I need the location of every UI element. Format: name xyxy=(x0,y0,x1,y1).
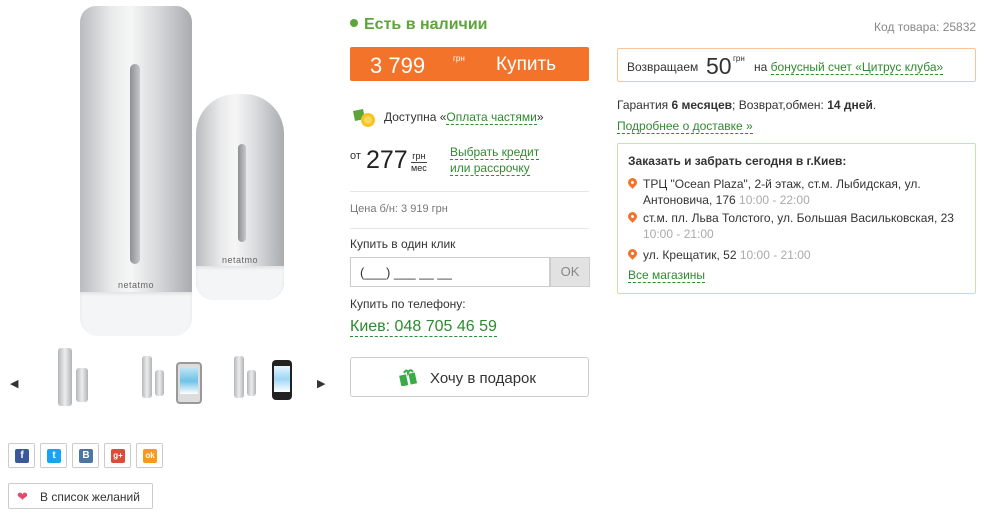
installments-link[interactable]: Оплата частями xyxy=(446,110,537,125)
pickup-box: Заказать и забрать сегодня в г.Киев: ТРЦ… xyxy=(617,143,976,294)
credit-link[interactable]: Выбрать кредит или рассрочку xyxy=(450,144,540,176)
thumb-next-arrow[interactable]: ▶ xyxy=(317,377,325,390)
vk-icon: B xyxy=(79,449,93,463)
delivery-link[interactable]: Подробнее о доставке » xyxy=(617,119,753,134)
outdoor-module-slot xyxy=(238,144,246,242)
location-pin-icon xyxy=(626,210,639,223)
status-dot-icon xyxy=(350,19,358,27)
gift-button[interactable]: Хочу в подарок xyxy=(350,357,589,397)
thumb-phone xyxy=(272,360,292,400)
price: 3 799 xyxy=(370,53,426,78)
cashback-box: Возвращаем 50 грн на бонусный счет «Цитр… xyxy=(617,48,976,82)
thumbnail-3[interactable] xyxy=(228,346,298,408)
share-facebook-button[interactable]: f xyxy=(8,443,35,468)
thumb-outdoor-module xyxy=(247,370,256,396)
phone-order-label: Купить по телефону: xyxy=(350,297,466,311)
credit-monthly-amount: 277 xyxy=(366,146,408,174)
google-plus-icon: g+ xyxy=(111,449,125,463)
store-item: ТРЦ "Ocean Plaza", 2-й этаж, ст.м. Лыбид… xyxy=(626,176,968,208)
phone-order-number[interactable]: Киев: 048 705 46 59 xyxy=(350,318,497,337)
wishlist-button[interactable]: ❤ В список желаний xyxy=(8,483,153,509)
all-stores-link[interactable]: Все магазины xyxy=(628,268,706,283)
odnoklassniki-icon: ok xyxy=(143,449,157,463)
divider xyxy=(350,191,589,192)
credit-unit: грн мес xyxy=(411,151,427,173)
pickup-title: Заказать и забрать сегодня в г.Киев: xyxy=(628,154,847,168)
product-image[interactable]: netatmo netatmo xyxy=(48,0,344,340)
wishlist-label: В список желаний xyxy=(40,490,140,504)
store-item: ул. Крещатик, 52 10:00 - 21:00 xyxy=(626,247,968,263)
buy-label: Купить xyxy=(496,54,557,75)
bonus-account-link[interactable]: бонусный счет «Цитрус клуба» xyxy=(770,60,944,75)
outdoor-module-base xyxy=(196,266,284,300)
main-module-slot xyxy=(130,64,140,264)
one-click-ok-button[interactable]: OK xyxy=(550,257,590,287)
location-pin-icon xyxy=(626,247,639,260)
cashback-amount: 50 xyxy=(706,53,732,79)
cashback-prefix: Возвращаем xyxy=(627,60,699,74)
share-twitter-button[interactable]: t xyxy=(40,443,67,468)
weather-station-main-module: netatmo xyxy=(80,6,192,336)
brand-label-small: netatmo xyxy=(222,255,259,265)
thumbnail-1[interactable] xyxy=(48,346,118,408)
weather-station-outdoor-module: netatmo xyxy=(196,94,284,300)
thumb-prev-arrow[interactable]: ◀ xyxy=(10,377,18,390)
credit-from-label: от xyxy=(350,150,361,162)
thumb-outdoor-module xyxy=(76,368,88,402)
share-odnoklassniki-button[interactable]: ok xyxy=(136,443,163,468)
cashless-price: Цена б/н: 3 919 грн xyxy=(350,203,448,215)
twitter-icon: t xyxy=(47,449,61,463)
one-click-phone-input[interactable]: (___) ___ __ __ xyxy=(350,257,550,287)
gift-label: Хочу в подарок xyxy=(430,370,536,387)
thumb-main-module xyxy=(234,356,244,398)
share-vk-button[interactable]: B xyxy=(72,443,99,468)
thumb-phone xyxy=(176,362,202,404)
thumb-outdoor-module xyxy=(155,370,164,396)
facebook-icon: f xyxy=(15,449,29,463)
brand-label: netatmo xyxy=(118,280,155,290)
product-code: Код товара: 25832 xyxy=(874,20,977,34)
main-module-base xyxy=(80,292,192,336)
one-click-label: Купить в один клик xyxy=(350,237,456,251)
share-google-plus-button[interactable]: g+ xyxy=(104,443,131,468)
thumb-main-module xyxy=(142,356,152,398)
buy-button[interactable]: 3 799 грн Купить xyxy=(350,47,589,81)
cashback-currency: грн xyxy=(733,54,745,63)
thumbnail-2[interactable] xyxy=(136,346,206,408)
installments-availability: Доступна «Оплата частями» xyxy=(384,110,544,125)
gift-icon xyxy=(399,369,417,386)
installments-icon xyxy=(353,109,375,127)
availability-status: Есть в наличии xyxy=(350,16,488,34)
heart-icon: ❤ xyxy=(17,489,28,504)
warranty-info: Гарантия 6 месяцев; Возврат,обмен: 14 дн… xyxy=(617,98,877,112)
price-currency: грн xyxy=(453,54,465,63)
divider xyxy=(350,228,589,229)
location-pin-icon xyxy=(626,176,639,189)
thumb-main-module xyxy=(58,348,72,406)
store-item: ст.м. пл. Льва Толстого, ул. Большая Вас… xyxy=(626,210,968,242)
